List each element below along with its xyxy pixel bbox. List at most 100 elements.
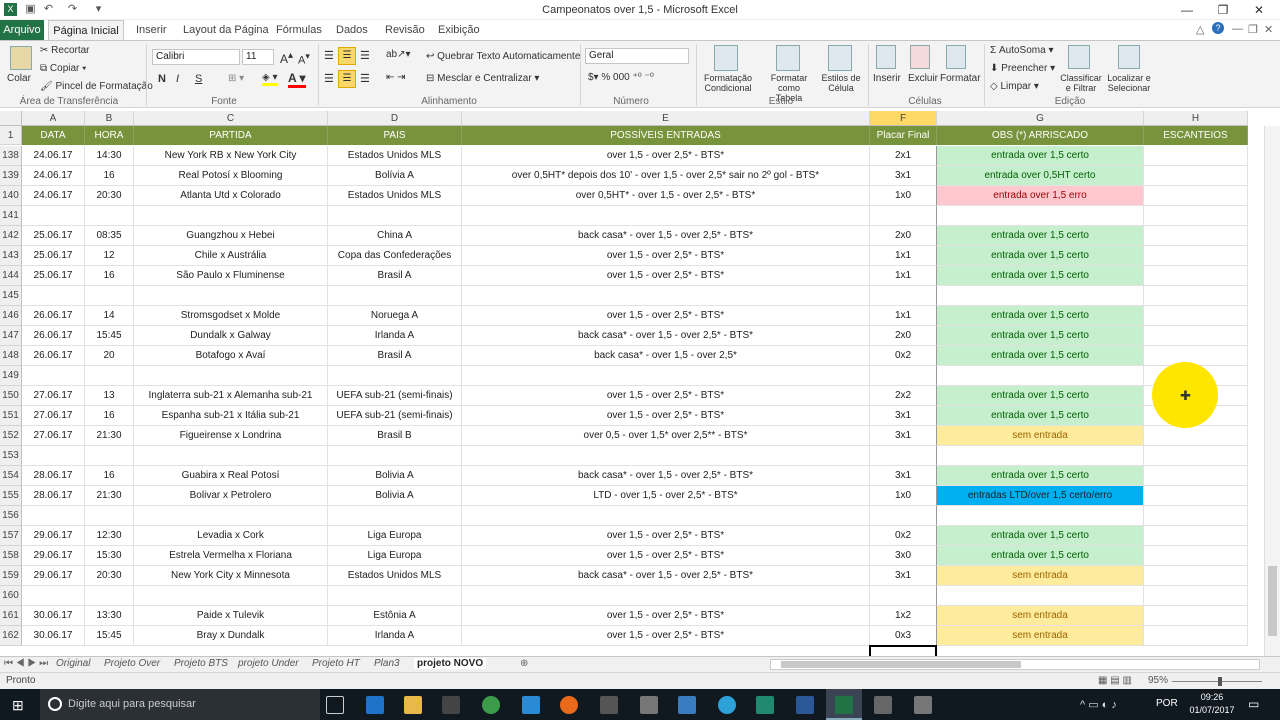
sheet-tab[interactable]: Original <box>56 658 90 669</box>
table-cell[interactable] <box>462 286 870 306</box>
table-cell[interactable] <box>1144 466 1248 486</box>
table-cell[interactable]: LTD - over 1,5 - over 2,5* - BTS* <box>462 486 870 506</box>
table-cell[interactable]: back casa* - over 1,5 - over 2,5* <box>462 346 870 366</box>
table-cell[interactable]: 0x2 <box>870 346 937 366</box>
header-cell[interactable]: ESCANTEIOS <box>1144 126 1248 145</box>
row-header[interactable]: 147 <box>0 326 22 346</box>
table-cell[interactable] <box>328 446 462 466</box>
align-center-icon[interactable]: ☰ <box>338 70 356 88</box>
row-header[interactable]: 157 <box>0 526 22 546</box>
table-cell[interactable]: Real Potosí x Blooming <box>134 166 328 186</box>
format-cells-icon[interactable] <box>946 45 966 69</box>
table-cell[interactable]: Estados Unidos MLS <box>328 566 462 586</box>
table-cell[interactable] <box>1144 606 1248 626</box>
table-cell[interactable]: back casa* - over 1,5 - over 2,5* - BTS* <box>462 226 870 246</box>
table-cell[interactable]: Atlanta Utd x Colorado <box>134 186 328 206</box>
table-cell[interactable]: 30.06.17 <box>22 606 85 626</box>
table-cell[interactable]: 26.06.17 <box>22 306 85 326</box>
row-header[interactable]: 140 <box>0 186 22 206</box>
app-icon-3[interactable] <box>756 696 774 714</box>
firefox-icon[interactable] <box>560 696 578 714</box>
table-cell[interactable] <box>22 206 85 226</box>
table-cell[interactable]: Copa das Confederações <box>328 246 462 266</box>
table-cell[interactable]: Bolivia A <box>328 486 462 506</box>
tab-review[interactable]: Revisão <box>385 24 425 36</box>
paste-button[interactable]: Colar <box>7 73 31 84</box>
table-cell[interactable]: São Paulo x Fluminense <box>134 266 328 286</box>
font-name-select[interactable]: Calibri <box>152 49 240 65</box>
table-cell[interactable] <box>1144 146 1248 166</box>
excel-taskbar-active[interactable] <box>826 689 862 720</box>
table-cell[interactable] <box>22 446 85 466</box>
table-cell[interactable]: Stromsgodset x Molde <box>134 306 328 326</box>
column-header-d[interactable]: D <box>328 111 462 126</box>
row-header[interactable]: 162 <box>0 626 22 646</box>
table-cell[interactable]: 25.06.17 <box>22 226 85 246</box>
table-cell[interactable]: 3x0 <box>870 546 937 566</box>
cell-styles-icon[interactable] <box>828 45 852 71</box>
table-cell[interactable]: 24.06.17 <box>22 186 85 206</box>
paste-icon[interactable] <box>10 46 32 70</box>
table-cell[interactable]: 3x1 <box>870 406 937 426</box>
table-cell[interactable]: Estados Unidos MLS <box>328 146 462 166</box>
table-cell[interactable] <box>85 506 134 526</box>
table-cell[interactable] <box>937 446 1144 466</box>
table-cell[interactable]: 14 <box>85 306 134 326</box>
table-cell[interactable] <box>1144 526 1248 546</box>
table-cell[interactable]: Espanha sub-21 x Itália sub-21 <box>134 406 328 426</box>
table-cell[interactable] <box>1144 446 1248 466</box>
table-cell[interactable] <box>870 446 937 466</box>
table-cell[interactable]: 28.06.17 <box>22 486 85 506</box>
table-cell[interactable] <box>134 586 328 606</box>
table-cell[interactable] <box>85 206 134 226</box>
table-cell[interactable]: 2x0 <box>870 326 937 346</box>
table-cell[interactable]: Liga Europa <box>328 526 462 546</box>
task-view-icon[interactable] <box>326 696 344 714</box>
table-cell[interactable]: 27.06.17 <box>22 386 85 406</box>
table-cell[interactable]: over 1,5 - over 2,5* - BTS* <box>462 266 870 286</box>
align-right-icon[interactable]: ☰ <box>360 72 370 85</box>
table-cell[interactable]: 15:45 <box>85 326 134 346</box>
table-cell[interactable]: entrada over 1,5 certo <box>937 146 1144 166</box>
cut-button[interactable]: ✂ Recortar <box>40 45 90 56</box>
table-cell[interactable]: sem entrada <box>937 566 1144 586</box>
copy-button[interactable]: ⧉ Copiar ▾ <box>40 63 86 74</box>
table-cell[interactable]: 30.06.17 <box>22 626 85 646</box>
column-header-a[interactable]: A <box>22 111 85 126</box>
clock-date[interactable]: 01/07/2017 <box>1186 705 1238 715</box>
table-cell[interactable] <box>1144 566 1248 586</box>
table-cell[interactable]: 15:45 <box>85 626 134 646</box>
zoom-slider[interactable] <box>1172 681 1262 682</box>
table-cell[interactable] <box>134 446 328 466</box>
autosum-button[interactable]: Σ AutoSoma ▾ <box>990 45 1053 56</box>
table-cell[interactable]: back casa* - over 1,5 - over 2,5* - BTS* <box>462 566 870 586</box>
row-header[interactable]: 143 <box>0 246 22 266</box>
table-cell[interactable] <box>870 286 937 306</box>
table-cell[interactable]: 13 <box>85 386 134 406</box>
table-cell[interactable]: 08:35 <box>85 226 134 246</box>
table-cell[interactable]: Noruega A <box>328 306 462 326</box>
table-cell[interactable]: 20:30 <box>85 566 134 586</box>
table-cell[interactable]: 20 <box>85 346 134 366</box>
insert-cells-button[interactable]: Inserir <box>873 73 901 84</box>
font-size-select[interactable]: 11 <box>242 49 274 65</box>
tab-insert[interactable]: Inserir <box>136 24 167 36</box>
table-cell[interactable]: 3x1 <box>870 426 937 446</box>
table-cell[interactable] <box>870 586 937 606</box>
table-cell[interactable]: entrada over 1,5 certo <box>937 306 1144 326</box>
sheet-tab[interactable]: projeto Under <box>238 658 299 669</box>
table-cell[interactable]: 16 <box>85 266 134 286</box>
store-icon[interactable] <box>442 696 460 714</box>
table-cell[interactable]: 24.06.17 <box>22 166 85 186</box>
table-cell[interactable]: entrada over 1,5 certo <box>937 466 1144 486</box>
select-all-corner[interactable] <box>0 111 22 126</box>
number-format-icons[interactable]: $▾ % 000 ⁺⁰ ⁻⁰ <box>588 72 654 83</box>
table-cell[interactable]: over 1,5 - over 2,5* - BTS* <box>462 526 870 546</box>
row-header[interactable]: 153 <box>0 446 22 466</box>
format-painter-button[interactable]: 🖌 Pincel de Formatação <box>40 81 153 92</box>
table-cell[interactable]: 0x3 <box>870 626 937 646</box>
table-cell[interactable]: Botafogo x Avaí <box>134 346 328 366</box>
header-cell[interactable]: POSSÍVEIS ENTRADAS <box>462 126 870 145</box>
table-cell[interactable]: entrada over 0,5HT certo <box>937 166 1144 186</box>
table-cell[interactable] <box>1144 306 1248 326</box>
